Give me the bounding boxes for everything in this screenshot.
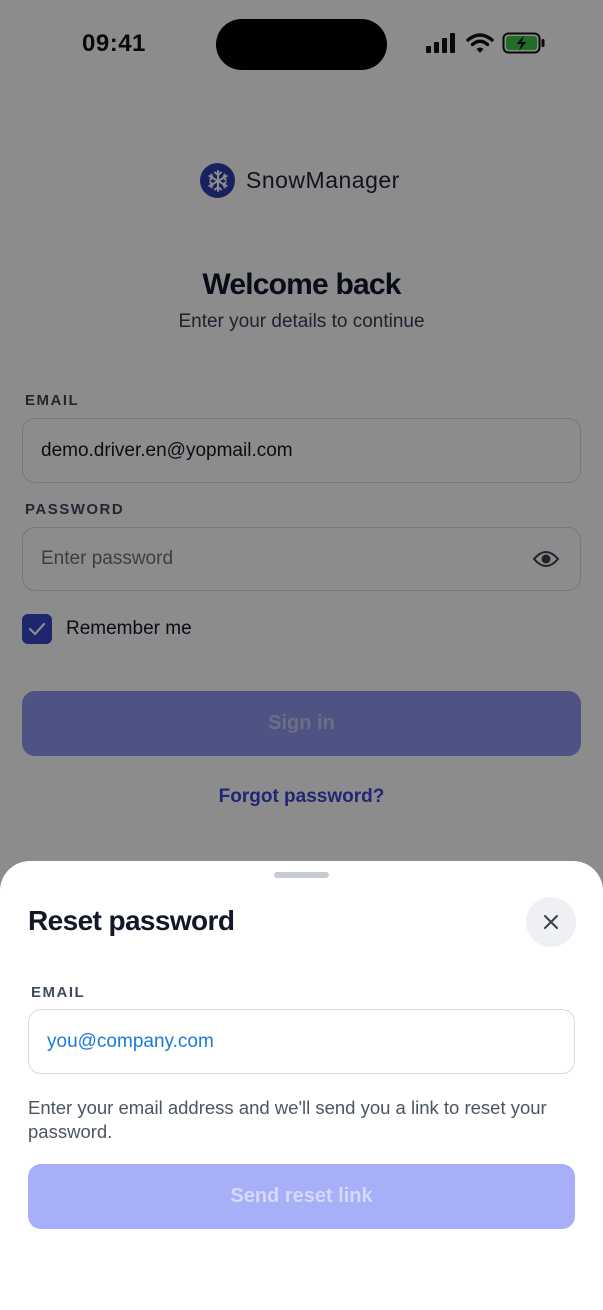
close-icon [544,915,558,929]
reset-password-sheet: Reset password EMAIL you@company.com Ent… [0,861,603,1310]
reset-email-label: EMAIL [31,984,86,1001]
sheet-drag-handle[interactable] [274,872,329,878]
send-reset-link-button[interactable]: Send reset link [28,1164,575,1229]
reset-help-text: Enter your email address and we'll send … [28,1097,547,1142]
sheet-title: Reset password [28,905,235,936]
reset-email-field[interactable]: you@company.com [28,1009,575,1074]
close-button[interactable] [526,897,576,947]
reset-email-placeholder: you@company.com [47,1030,214,1052]
